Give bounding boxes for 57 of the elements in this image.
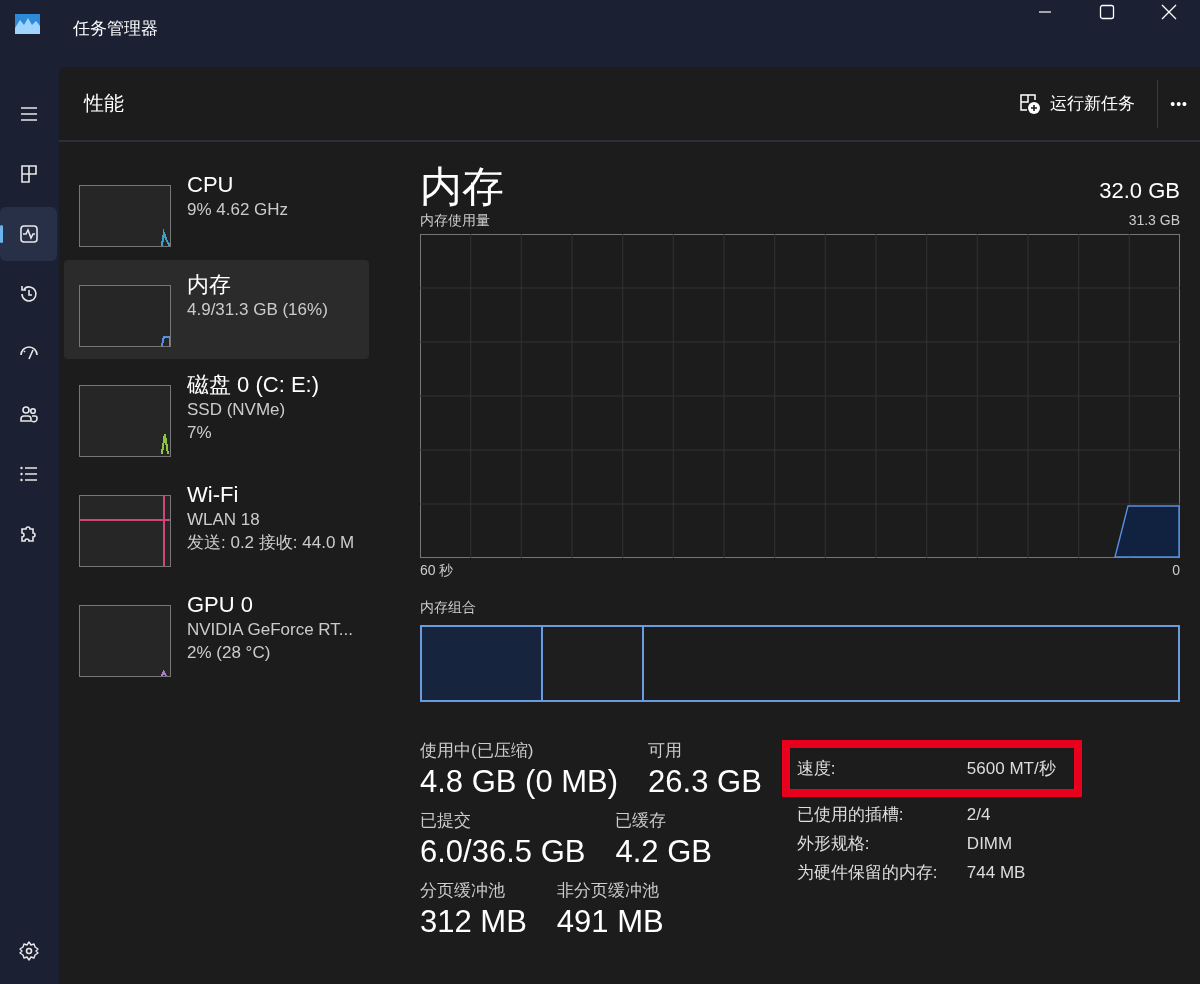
- stat-value: 6.0/36.5 GB: [420, 833, 586, 871]
- settings-icon: [17, 940, 40, 962]
- pulse-icon: [17, 223, 40, 245]
- maximize-icon: [1099, 4, 1115, 20]
- property-label: 已使用的插槽:: [796, 804, 905, 826]
- stat-value: 491 MB: [556, 903, 664, 941]
- device-item[interactable]: GPU 0 NVIDIA GeForce RT... 2% (28 °C): [64, 580, 369, 689]
- device-detail: 7%: [187, 422, 213, 444]
- window-title: 任务管理器: [73, 18, 158, 40]
- device-detail: 9% 4.62 GHz: [187, 199, 289, 221]
- device-name: CPU: [187, 172, 235, 198]
- page-title: 性能: [84, 91, 125, 116]
- graph-max: 31.3 GB: [1128, 212, 1180, 230]
- stat-value: 4.2 GB: [615, 833, 712, 871]
- run-new-task-button[interactable]: 运行新任务: [1010, 85, 1144, 122]
- stat-label: 分页缓冲池: [420, 880, 506, 902]
- graph-label: 内存使用量: [420, 212, 490, 230]
- property-value: 5600 MT/秒: [966, 758, 1056, 780]
- stat-label: 非分页缓冲池: [556, 880, 660, 902]
- axis-label: 0: [1172, 562, 1180, 580]
- device-detail: 4.9/31.3 GB (16%): [187, 299, 328, 321]
- stat-label: 已提交: [420, 810, 472, 832]
- device-detail: WLAN 18: [187, 509, 261, 531]
- device-detail: NVIDIA GeForce RT...: [187, 619, 353, 641]
- composition-label: 内存组合: [420, 599, 476, 615]
- device-detail: SSD (NVMe): [187, 399, 287, 421]
- users-icon: [17, 403, 40, 425]
- property-label: 外形规格:: [796, 833, 871, 855]
- nav-item[interactable]: [0, 207, 57, 261]
- more-button[interactable]: •••: [1158, 89, 1200, 118]
- close-icon: [1161, 4, 1177, 20]
- stat-label: 可用: [648, 740, 684, 762]
- device-item[interactable]: 磁盘 0 (C: E:) SSD (NVMe) 7%: [64, 360, 369, 469]
- device-name: 磁盘 0 (C: E:): [187, 372, 319, 398]
- section-title: 内存: [420, 162, 504, 212]
- property-value: DIMM: [966, 833, 1013, 855]
- stat-value: 4.8 GB (0 MB): [420, 763, 619, 801]
- property-label: 速度:: [796, 758, 837, 780]
- property-label: 为硬件保留的内存:: [796, 862, 939, 884]
- new-task-icon: [1018, 91, 1043, 116]
- stat-value: 312 MB: [420, 903, 527, 941]
- device-detail: 2% (28 °C): [187, 642, 272, 664]
- axis-label: 60 秒: [420, 562, 454, 580]
- device-item[interactable]: CPU 9% 4.62 GHz: [64, 160, 369, 259]
- app-icon: [15, 14, 40, 34]
- total-memory: 32.0 GB: [1099, 178, 1180, 204]
- device-detail: 发送: 0.2 接收: 44.0 M: [187, 532, 355, 554]
- device-name: Wi-Fi: [187, 482, 240, 508]
- device-name: GPU 0: [187, 592, 255, 618]
- device-name: 内存: [187, 272, 232, 298]
- stat-label: 使用中(已压缩): [420, 740, 535, 762]
- device-item[interactable]: Wi-Fi WLAN 18 发送: 0.2 接收: 44.0 M: [64, 470, 369, 579]
- property-value: 744 MB: [966, 862, 1026, 884]
- property-value: 2/4: [966, 804, 991, 826]
- stat-label: 已缓存: [615, 810, 668, 832]
- device-item[interactable]: 内存 4.9/31.3 GB (16%): [64, 260, 369, 359]
- stat-value: 26.3 GB: [648, 763, 762, 801]
